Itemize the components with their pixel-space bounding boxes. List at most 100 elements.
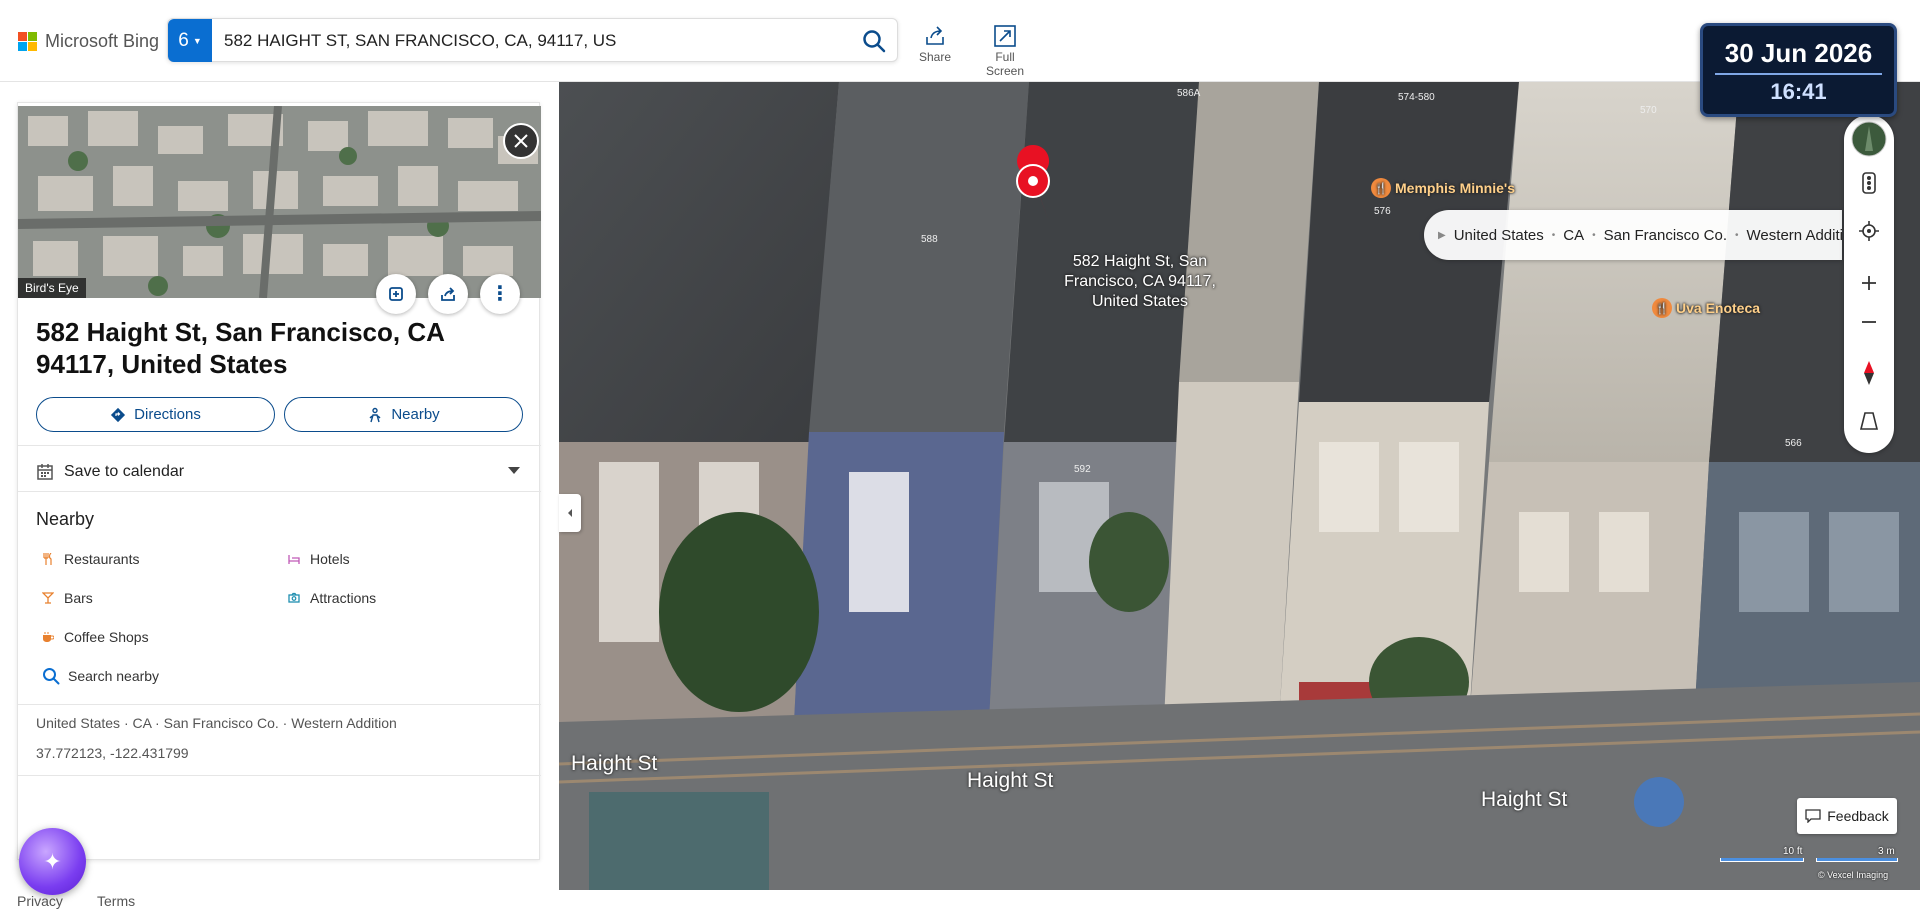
street-label: Haight St (571, 752, 658, 775)
terms-link[interactable]: Terms (97, 893, 135, 909)
directions-button[interactable]: Directions (36, 397, 275, 432)
calendar-icon (37, 464, 53, 480)
more-vertical-icon: ⋮ (490, 283, 510, 305)
search-box[interactable]: 6 ▼ 582 HAIGHT ST, SAN FRANCISCO, CA, 94… (167, 18, 898, 62)
copilot-button[interactable]: ✦ (19, 828, 86, 895)
coffee-icon (43, 632, 54, 642)
chevron-down-icon[interactable] (508, 467, 520, 474)
locate-me-button[interactable] (1849, 211, 1889, 251)
directions-label: Directions (134, 406, 201, 423)
divider (18, 445, 541, 446)
save-collection-button[interactable] (376, 274, 416, 314)
zoom-in-button[interactable] (1849, 263, 1889, 303)
share-icon (926, 26, 944, 45)
fullscreen-label: Full Screen (985, 50, 1025, 78)
more-options-button[interactable]: ⋮ (480, 274, 520, 314)
aerial-style-icon (1851, 121, 1887, 157)
privacy-link[interactable]: Privacy (17, 893, 63, 909)
search-count-dropdown[interactable]: 6 ▼ (168, 19, 212, 62)
nearby-attractions[interactable]: Attractions (288, 590, 376, 606)
save-to-calendar-label: Save to calendar (64, 463, 185, 480)
locate-icon (1859, 221, 1879, 241)
location-path: United States · CA · San Francisco Co. ·… (36, 715, 397, 731)
poi-label: Uva Enoteca (1676, 300, 1761, 316)
poi-uva-enoteca[interactable]: 🍴 Uva Enoteca (1652, 298, 1760, 318)
breadcrumb-item[interactable]: CA (1563, 227, 1584, 244)
breadcrumb-item[interactable]: United States (1454, 227, 1544, 244)
feedback-icon (1805, 809, 1821, 823)
map-style-button[interactable] (1849, 119, 1889, 159)
breadcrumb-item[interactable]: San Francisco Co. (1604, 227, 1727, 244)
nearby-item-label: Bars (64, 590, 93, 606)
nearby-coffee-shops[interactable]: Coffee Shops (42, 629, 149, 645)
restaurant-icon: 🍴 (1652, 298, 1672, 318)
map-view[interactable]: 586A 574-580 570 588 576 592 566 🍴 Memph… (559, 82, 1920, 890)
nearby-bars[interactable]: Bars (42, 590, 93, 606)
house-number: 576 (1374, 206, 1391, 217)
chevron-left-icon (568, 509, 572, 517)
breadcrumb-separator: • (1735, 229, 1739, 241)
collapse-panel-button[interactable] (559, 494, 581, 532)
breadcrumb-separator: • (1551, 229, 1556, 241)
close-icon (514, 134, 528, 148)
poi-label: Memphis Minnie's (1395, 180, 1516, 196)
traffic-light-icon (1862, 172, 1876, 194)
close-button[interactable] (503, 123, 539, 159)
house-number: 574-580 (1398, 92, 1435, 103)
camera-icon (288, 592, 300, 603)
fullscreen-button[interactable]: Full Screen (975, 24, 1035, 78)
share-location-button[interactable] (428, 274, 468, 314)
bing-logo[interactable]: Microsoft Bing (18, 31, 159, 52)
nearby-button[interactable]: Nearby (284, 397, 523, 432)
nearby-item-label: Attractions (310, 590, 377, 606)
nearby-item-label: Coffee Shops (64, 629, 149, 645)
chevron-down-icon: ▼ (192, 35, 202, 46)
pin-label: 582 Haight St, San Francisco, CA 94117, … (1064, 253, 1216, 310)
nearby-restaurants[interactable]: Restaurants (42, 551, 139, 567)
compass-icon (1864, 361, 1874, 385)
aerial-map-image (559, 82, 1920, 890)
nearby-item-label: Hotels (310, 551, 350, 567)
search-count: 6 (178, 29, 189, 51)
aerial-image (18, 106, 541, 298)
plus-icon (1862, 276, 1876, 290)
datetime-widget: 30 Jun 2026 16:41 (1700, 23, 1897, 117)
breadcrumb-item[interactable]: Western Addition (1747, 227, 1842, 244)
add-collection-icon (389, 287, 403, 301)
share-label: Share (918, 50, 952, 64)
compass-button[interactable] (1849, 353, 1889, 393)
scale-bar-feet (1720, 858, 1804, 862)
directions-icon (111, 407, 126, 422)
current-date: 30 Jun 2026 (1724, 38, 1873, 68)
search-icon[interactable] (861, 28, 887, 54)
house-number: 588 (921, 234, 938, 245)
minus-icon (1862, 321, 1876, 323)
share-button[interactable]: Share (917, 24, 953, 64)
location-title: 582 Haight St, San Francisco, CA 94117, … (36, 317, 444, 379)
tilt-button[interactable] (1849, 401, 1889, 441)
zoom-out-button[interactable] (1849, 302, 1889, 342)
coordinates: 37.772123, -122.431799 (36, 745, 189, 761)
top-bar: Microsoft Bing 6 ▼ 582 HAIGHT ST, SAN FR… (0, 0, 1920, 82)
search-nearby-link[interactable]: Search nearby (42, 667, 159, 685)
fullscreen-icon (994, 25, 1016, 47)
birds-eye-thumbnail[interactable]: Bird's Eye (18, 106, 541, 298)
restaurant-icon (43, 553, 52, 565)
scale-bar-meters (1816, 858, 1898, 862)
scale-feet-label: 10 ft (1783, 846, 1803, 857)
poi-memphis-minnies[interactable]: 🍴 Memphis Minnie's (1371, 178, 1515, 198)
street-label: Haight St (1481, 788, 1568, 811)
search-input[interactable]: 582 HAIGHT ST, SAN FRANCISCO, CA, 94117,… (224, 31, 616, 51)
save-to-calendar-row[interactable]: Save to calendar (36, 459, 526, 485)
chevron-right-icon[interactable]: ▶ (1438, 230, 1446, 241)
search-nearby-label: Search nearby (68, 668, 160, 684)
person-icon (369, 407, 381, 422)
divider (18, 491, 541, 492)
nearby-hotels[interactable]: Hotels (288, 551, 350, 567)
traffic-button[interactable] (1849, 163, 1889, 203)
divider (18, 704, 541, 705)
nearby-label: Nearby (391, 406, 440, 423)
feedback-button[interactable]: Feedback (1797, 798, 1897, 834)
microsoft-logo-icon (18, 32, 37, 51)
tilt-icon (1859, 412, 1879, 430)
